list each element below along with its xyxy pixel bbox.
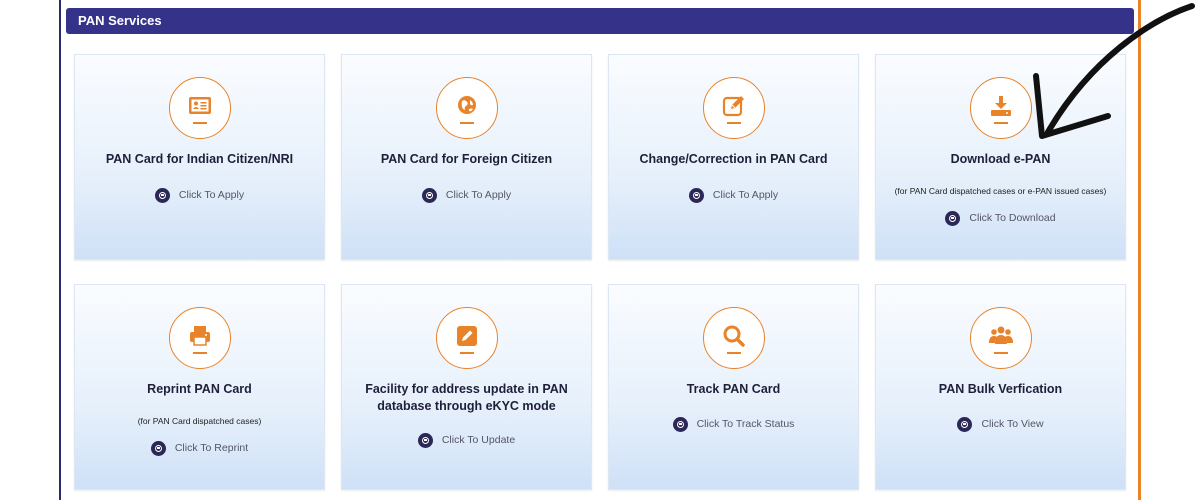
card-title: Reprint PAN Card (147, 382, 252, 396)
card-track-pan: Track PAN Card Click To Track Status (608, 284, 859, 490)
track-status-link[interactable]: Click To Track Status (609, 415, 858, 433)
printer-icon (169, 307, 231, 369)
pencil-square-icon (436, 307, 498, 369)
update-link-ekyc[interactable]: Click To Update (342, 431, 591, 449)
card-note: (for PAN Card dispatched cases) (137, 416, 262, 426)
circle-arrow-icon (672, 416, 688, 432)
apply-link-indian-citizen[interactable]: Click To Apply (75, 186, 324, 204)
card-address-update-ekyc: Facility for address update in PAN datab… (341, 284, 592, 490)
card-title: Change/Correction in PAN Card (639, 152, 828, 166)
card-title: Download e-PAN (950, 152, 1051, 166)
edit-icon (703, 77, 765, 139)
card-note: (for PAN Card dispatched cases or e-PAN … (894, 186, 1107, 196)
id-card-icon (169, 77, 231, 139)
card-pan-foreign-citizen: PAN Card for Foreign Citizen Click To Ap… (341, 54, 592, 260)
left-frame-border (59, 0, 61, 500)
services-grid: PAN Card for Indian Citizen/NRI Click To… (74, 54, 1128, 494)
users-icon (970, 307, 1032, 369)
card-change-correction: Change/Correction in PAN Card Click To A… (608, 54, 859, 260)
search-icon (703, 307, 765, 369)
card-pan-bulk-verification: PAN Bulk Verfication Click To View (875, 284, 1126, 490)
view-link-bulk-verification[interactable]: Click To View (876, 415, 1125, 433)
section-header: PAN Services (66, 8, 1134, 34)
circle-arrow-icon (688, 187, 704, 203)
circle-arrow-icon (154, 187, 170, 203)
card-reprint-pan: Reprint PAN Card (for PAN Card dispatche… (74, 284, 325, 490)
circle-arrow-icon (150, 440, 166, 456)
card-title: PAN Card for Foreign Citizen (380, 152, 553, 166)
card-title: PAN Bulk Verfication (938, 382, 1063, 396)
section-title: PAN Services (78, 13, 162, 28)
apply-link-foreign-citizen[interactable]: Click To Apply (342, 186, 591, 204)
card-pan-indian-citizen: PAN Card for Indian Citizen/NRI Click To… (74, 54, 325, 260)
circle-arrow-icon (957, 416, 973, 432)
circle-arrow-icon (421, 187, 437, 203)
circle-arrow-icon (945, 210, 961, 226)
globe-icon (436, 77, 498, 139)
card-title: Facility for address update in PAN datab… (365, 382, 568, 413)
annotation-arrow (1033, 3, 1195, 139)
reprint-link[interactable]: Click To Reprint (75, 439, 324, 457)
card-title: Track PAN Card (686, 382, 781, 396)
card-title: PAN Card for Indian Citizen/NRI (105, 152, 294, 166)
download-link-epan[interactable]: Click To Download (876, 209, 1125, 227)
apply-link-change-correction[interactable]: Click To Apply (609, 186, 858, 204)
circle-arrow-icon (417, 432, 433, 448)
